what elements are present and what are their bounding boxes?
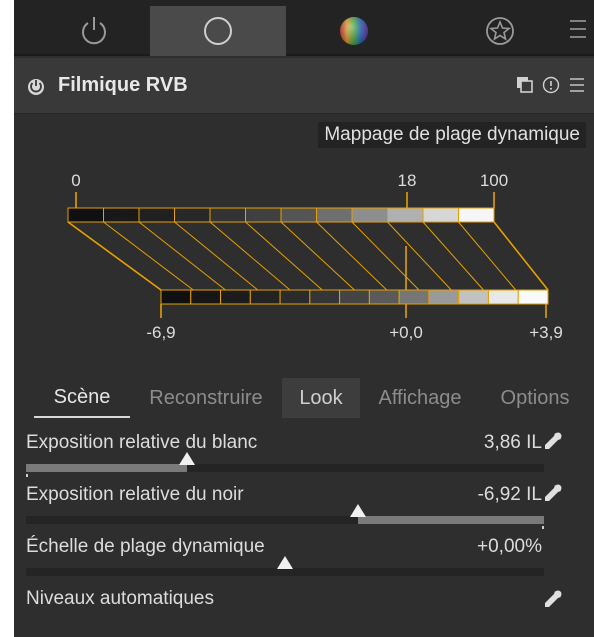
black-exposure-fill — [357, 516, 544, 524]
tab-options[interactable]: Options — [488, 378, 582, 418]
mapping-edge-right — [493, 221, 549, 291]
slider-tick — [26, 474, 28, 477]
group-tab-color[interactable] — [286, 6, 422, 56]
module-enable-button[interactable] — [26, 76, 46, 96]
white-exposure-fill — [26, 464, 187, 472]
module-header: Filmique RVB — [14, 58, 594, 114]
section-tabs: Scène Reconstruire Look Affichage Option… — [26, 378, 582, 418]
module-title: Filmique RVB — [58, 74, 188, 96]
group-tab-base[interactable] — [150, 6, 286, 56]
mapping-line-10 — [422, 221, 484, 291]
scene-zone-0 — [67, 207, 104, 223]
reset-icon[interactable] — [542, 76, 560, 94]
mapping-line-7 — [316, 221, 388, 291]
display-zone-4 — [279, 289, 311, 305]
display-zone-2 — [220, 289, 251, 305]
graph-bottom-label-white: +3,9 — [529, 323, 563, 342]
display-zone-7 — [368, 289, 400, 305]
dynamic-range-scale-label: Échelle de plage dynamique — [26, 536, 265, 557]
tab-reconstruire[interactable]: Reconstruire — [136, 378, 276, 418]
scene-zone-4 — [209, 207, 246, 223]
display-zone-0 — [160, 289, 192, 305]
effects-star-icon — [486, 17, 514, 45]
black-exposure-value[interactable]: -6,92 IL — [478, 484, 542, 506]
display-zone-5 — [309, 289, 341, 305]
module-header-icons — [516, 76, 586, 94]
tab-affichage[interactable]: Affichage — [368, 378, 472, 418]
graph-bottom-label-grey: +0,0 — [389, 323, 423, 342]
mapping-line-6 — [280, 221, 355, 291]
black-exposure-label: Exposition relative du noir — [26, 484, 244, 505]
black-exposure-track[interactable] — [26, 516, 544, 524]
scene-zone-3 — [174, 207, 211, 223]
display-zone-3 — [249, 289, 281, 305]
dynamic-range-graph[interactable]: 0 18 100 -6,9 +0,0 +3,9 — [14, 150, 594, 370]
power-icon — [28, 79, 44, 95]
dynamic-range-scale-slider[interactable]: Échelle de plage dynamique +0,00% — [26, 534, 564, 584]
mapping-edge-left — [67, 221, 162, 291]
black-exposure-handle[interactable] — [349, 504, 366, 517]
color-picker-icon[interactable] — [542, 430, 564, 452]
darktable-module-panel: Filmique RVB Mappage de plage dynamique … — [14, 0, 594, 637]
dynamic-range-scale-value[interactable]: +0,00% — [477, 536, 542, 558]
slider-tick — [542, 526, 544, 529]
auto-levels-label: Niveaux automatiques — [26, 588, 214, 609]
display-zone-12 — [517, 289, 549, 305]
scene-zone-2 — [138, 207, 175, 223]
graph-bottom-label-black: -6,9 — [146, 323, 175, 342]
display-zone-9 — [428, 289, 460, 305]
white-exposure-value[interactable]: 3,86 IL — [484, 432, 542, 454]
tab-look[interactable]: Look — [282, 378, 360, 418]
white-exposure-slider[interactable]: Exposition relative du blanc 3,86 IL — [26, 430, 564, 480]
power-icon — [82, 17, 106, 45]
dynamic-range-scale-handle[interactable] — [277, 556, 293, 569]
black-exposure-slider[interactable]: Exposition relative du noir -6,92 IL — [26, 482, 564, 532]
scene-zone-6 — [280, 207, 317, 223]
multi-instance-icon[interactable] — [516, 76, 534, 94]
white-exposure-track[interactable] — [26, 464, 544, 472]
group-tab-active-modules[interactable] — [26, 6, 162, 56]
color-picker-icon[interactable] — [542, 482, 564, 504]
module-group-tabs — [14, 0, 594, 56]
white-exposure-label: Exposition relative du blanc — [26, 432, 258, 453]
display-zone-6 — [339, 289, 370, 305]
circle-icon — [204, 17, 232, 45]
scene-zone-7 — [316, 207, 353, 223]
graph-top-label-black: 0 — [71, 171, 80, 190]
dynamic-range-scale-track[interactable] — [26, 568, 544, 576]
graph-top-label-grey: 18 — [398, 171, 417, 190]
display-zone-10 — [458, 289, 489, 305]
scene-zone-9 — [387, 207, 424, 223]
tab-scene[interactable]: Scène — [34, 378, 130, 418]
display-zone-8 — [398, 289, 430, 305]
white-exposure-handle[interactable] — [178, 452, 195, 465]
mapping-line-2 — [138, 221, 226, 291]
display-zone-11 — [487, 289, 519, 305]
mapping-line-3 — [174, 221, 259, 291]
color-picker-icon[interactable] — [542, 588, 564, 610]
mapping-line-4 — [209, 221, 291, 291]
scene-zone-10 — [422, 207, 459, 223]
scene-zone-11 — [458, 207, 495, 223]
mapping-line-5 — [245, 221, 323, 291]
presets-menu-icon[interactable] — [568, 76, 586, 94]
group-tab-effects[interactable] — [432, 6, 568, 56]
scene-zone-1 — [103, 207, 140, 223]
display-zone-1 — [190, 289, 222, 305]
menu-icon[interactable] — [568, 18, 588, 40]
mapping-line-9 — [387, 221, 452, 291]
scene-zone-5 — [245, 207, 282, 223]
scene-zone-8 — [351, 207, 388, 223]
auto-levels-row[interactable]: Niveaux automatiques — [26, 586, 564, 626]
mapping-line-11 — [458, 221, 517, 291]
color-sphere-icon — [340, 17, 368, 45]
graph-top-label-white: 100 — [480, 171, 508, 190]
mapping-line-8 — [351, 221, 420, 291]
graph-title: Mappage de plage dynamique — [318, 122, 586, 148]
